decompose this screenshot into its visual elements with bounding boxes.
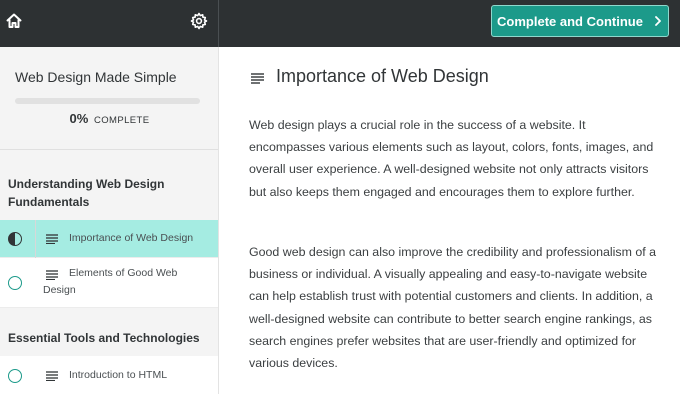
- not-started-status-icon: [8, 276, 22, 290]
- lesson-content: Importance of Web Design Web design play…: [219, 47, 680, 394]
- progress-percent: 0%: [69, 111, 89, 126]
- home-icon[interactable]: [5, 12, 23, 30]
- gear-icon[interactable]: [190, 12, 208, 30]
- topbar-divider: [218, 0, 219, 47]
- in-progress-status-icon: [8, 232, 22, 246]
- lesson-label: Importance of Web Design: [69, 232, 194, 244]
- course-header: Web Design Made Simple 0% COMPLETE: [0, 47, 218, 150]
- section-title: Essential Tools and Technologies: [8, 331, 200, 345]
- lesson-item-elements-of-good-web-design[interactable]: Elements of Good Web Design: [0, 258, 218, 308]
- chevron-right-icon: [655, 16, 661, 26]
- progress-word: COMPLETE: [93, 115, 150, 126]
- lesson-title: Importance of Web Design: [276, 66, 489, 86]
- lesson-label: Introduction to HTML: [69, 369, 168, 381]
- course-title: Web Design Made Simple: [15, 69, 177, 85]
- lesson-paragraph: Good web design can also improve the cre…: [249, 245, 657, 371]
- course-progress-bar: [15, 98, 200, 104]
- course-sidebar: Web Design Made Simple 0% COMPLETE Under…: [0, 47, 219, 394]
- lesson-label: Elements of Good Web Design: [43, 267, 178, 296]
- section-title: Understanding Web Design Fundamentals: [8, 177, 165, 209]
- lesson-separator: [35, 220, 36, 258]
- lesson-item-importance-of-web-design[interactable]: Importance of Web Design: [0, 220, 218, 258]
- complete-and-continue-label: Complete and Continue: [497, 13, 643, 29]
- course-progress-label: 0% COMPLETE: [0, 111, 218, 126]
- complete-and-continue-button[interactable]: Complete and Continue: [491, 5, 669, 37]
- text-lesson-icon: [46, 234, 58, 244]
- lesson-item-introduction-to-html[interactable]: Introduction to HTML: [0, 356, 218, 394]
- not-started-status-icon: [8, 369, 22, 383]
- text-lesson-icon: [46, 371, 58, 381]
- text-lesson-icon: [251, 73, 264, 84]
- top-bar: Complete and Continue: [0, 0, 680, 47]
- lesson-paragraph: Web design plays a crucial role in the s…: [249, 118, 654, 199]
